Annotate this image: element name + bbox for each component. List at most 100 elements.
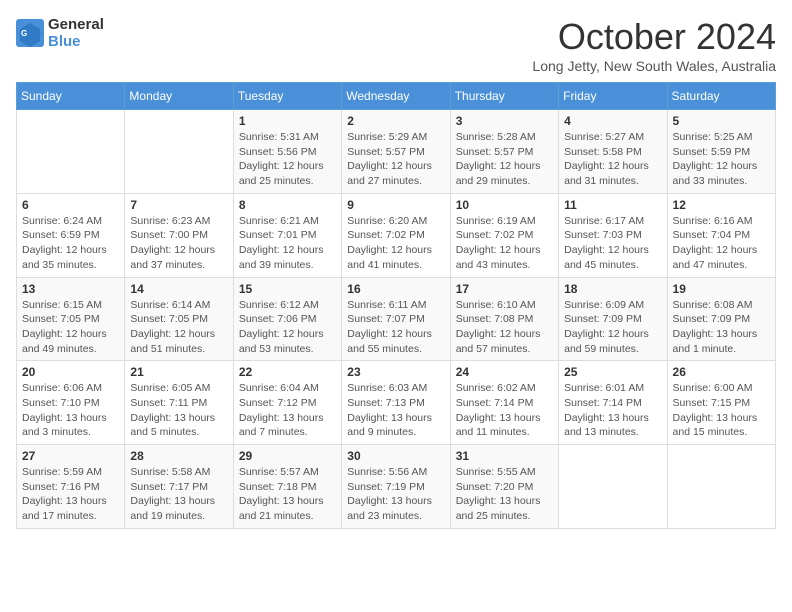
calendar-cell	[559, 445, 667, 529]
calendar-cell: 12 Sunrise: 6:16 AM Sunset: 7:04 PM Dayli…	[667, 193, 775, 277]
day-number: 9	[347, 198, 444, 212]
day-number: 16	[347, 282, 444, 296]
day-number: 27	[22, 449, 119, 463]
day-number: 6	[22, 198, 119, 212]
calendar-week-5: 27 Sunrise: 5:59 AM Sunset: 7:16 PM Dayli…	[17, 445, 776, 529]
day-info: Sunrise: 6:08 AM Sunset: 7:09 PM Dayligh…	[673, 298, 770, 357]
calendar-cell: 17 Sunrise: 6:10 AM Sunset: 7:08 PM Dayli…	[450, 277, 558, 361]
day-info: Sunrise: 5:31 AM Sunset: 5:56 PM Dayligh…	[239, 130, 336, 189]
calendar-cell: 1 Sunrise: 5:31 AM Sunset: 5:56 PM Daylig…	[233, 110, 341, 194]
calendar-cell: 21 Sunrise: 6:05 AM Sunset: 7:11 PM Dayli…	[125, 361, 233, 445]
column-header-sunday: Sunday	[17, 83, 125, 110]
calendar-cell: 31 Sunrise: 5:55 AM Sunset: 7:20 PM Dayli…	[450, 445, 558, 529]
calendar-cell: 22Sunrise: 6:04 AM Sunset: 7:12 PM Dayli…	[233, 361, 341, 445]
calendar-cell: 14 Sunrise: 6:14 AM Sunset: 7:05 PM Dayli…	[125, 277, 233, 361]
day-number: 3	[456, 114, 553, 128]
calendar-cell: 13 Sunrise: 6:15 AM Sunset: 7:05 PM Dayli…	[17, 277, 125, 361]
calendar-cell: 16 Sunrise: 6:11 AM Sunset: 7:07 PM Dayli…	[342, 277, 450, 361]
calendar-header: G General Blue October 2024 Long Jetty, …	[16, 16, 776, 74]
calendar-cell: 29 Sunrise: 5:57 AM Sunset: 7:18 PM Dayli…	[233, 445, 341, 529]
day-info: Sunrise: 6:15 AM Sunset: 7:05 PM Dayligh…	[22, 298, 119, 357]
column-header-monday: Monday	[125, 83, 233, 110]
column-header-tuesday: Tuesday	[233, 83, 341, 110]
calendar-cell: 6 Sunrise: 6:24 AM Sunset: 6:59 PM Daylig…	[17, 193, 125, 277]
day-info: Sunrise: 6:23 AM Sunset: 7:00 PM Dayligh…	[130, 214, 227, 273]
calendar-cell: 3 Sunrise: 5:28 AM Sunset: 5:57 PM Daylig…	[450, 110, 558, 194]
day-info: Sunrise: 6:00 AM Sunset: 7:15 PM Dayligh…	[673, 381, 770, 440]
day-info: Sunrise: 5:59 AM Sunset: 7:16 PM Dayligh…	[22, 465, 119, 524]
day-number: 25	[564, 365, 661, 379]
day-info: Sunrise: 5:56 AM Sunset: 7:19 PM Dayligh…	[347, 465, 444, 524]
day-number: 11	[564, 198, 661, 212]
logo-text: General Blue	[48, 16, 104, 50]
day-number: 31	[456, 449, 553, 463]
day-number: 8	[239, 198, 336, 212]
day-info: Sunrise: 6:17 AM Sunset: 7:03 PM Dayligh…	[564, 214, 661, 273]
calendar-cell: 9 Sunrise: 6:20 AM Sunset: 7:02 PM Daylig…	[342, 193, 450, 277]
calendar-week-2: 6 Sunrise: 6:24 AM Sunset: 6:59 PM Daylig…	[17, 193, 776, 277]
calendar-cell: 2 Sunrise: 5:29 AM Sunset: 5:57 PM Daylig…	[342, 110, 450, 194]
calendar-cell: 8 Sunrise: 6:21 AM Sunset: 7:01 PM Daylig…	[233, 193, 341, 277]
day-number: 21	[130, 365, 227, 379]
day-info: Sunrise: 6:10 AM Sunset: 7:08 PM Dayligh…	[456, 298, 553, 357]
day-number: 2	[347, 114, 444, 128]
day-info: Sunrise: 6:06 AM Sunset: 7:10 PM Dayligh…	[22, 381, 119, 440]
calendar-cell: 7 Sunrise: 6:23 AM Sunset: 7:00 PM Daylig…	[125, 193, 233, 277]
title-block: October 2024 Long Jetty, New South Wales…	[532, 16, 776, 74]
day-number: 26	[673, 365, 770, 379]
day-info: Sunrise: 6:11 AM Sunset: 7:07 PM Dayligh…	[347, 298, 444, 357]
calendar-cell: 18Sunrise: 6:09 AM Sunset: 7:09 PM Dayli…	[559, 277, 667, 361]
calendar-cell: 26 Sunrise: 6:00 AM Sunset: 7:15 PM Dayli…	[667, 361, 775, 445]
day-number: 18	[564, 282, 661, 296]
calendar-week-1: 1 Sunrise: 5:31 AM Sunset: 5:56 PM Daylig…	[17, 110, 776, 194]
location-subtitle: Long Jetty, New South Wales, Australia	[532, 58, 776, 74]
day-info: Sunrise: 6:02 AM Sunset: 7:14 PM Dayligh…	[456, 381, 553, 440]
calendar-cell: 15Sunrise: 6:12 AM Sunset: 7:06 PM Dayli…	[233, 277, 341, 361]
logo-icon: G	[16, 19, 44, 47]
calendar-table: SundayMondayTuesdayWednesdayThursdayFrid…	[16, 82, 776, 529]
calendar-week-4: 20 Sunrise: 6:06 AM Sunset: 7:10 PM Dayli…	[17, 361, 776, 445]
day-number: 5	[673, 114, 770, 128]
day-number: 17	[456, 282, 553, 296]
day-number: 13	[22, 282, 119, 296]
day-number: 7	[130, 198, 227, 212]
day-info: Sunrise: 6:16 AM Sunset: 7:04 PM Dayligh…	[673, 214, 770, 273]
day-info: Sunrise: 6:19 AM Sunset: 7:02 PM Dayligh…	[456, 214, 553, 273]
day-number: 28	[130, 449, 227, 463]
day-info: Sunrise: 5:58 AM Sunset: 7:17 PM Dayligh…	[130, 465, 227, 524]
calendar-cell	[667, 445, 775, 529]
column-header-thursday: Thursday	[450, 83, 558, 110]
day-number: 14	[130, 282, 227, 296]
day-number: 29	[239, 449, 336, 463]
day-number: 12	[673, 198, 770, 212]
calendar-cell: 10Sunrise: 6:19 AM Sunset: 7:02 PM Dayli…	[450, 193, 558, 277]
day-number: 4	[564, 114, 661, 128]
day-info: Sunrise: 6:12 AM Sunset: 7:06 PM Dayligh…	[239, 298, 336, 357]
day-info: Sunrise: 6:03 AM Sunset: 7:13 PM Dayligh…	[347, 381, 444, 440]
day-info: Sunrise: 6:24 AM Sunset: 6:59 PM Dayligh…	[22, 214, 119, 273]
day-info: Sunrise: 6:21 AM Sunset: 7:01 PM Dayligh…	[239, 214, 336, 273]
calendar-cell: 27 Sunrise: 5:59 AM Sunset: 7:16 PM Dayli…	[17, 445, 125, 529]
calendar-cell	[125, 110, 233, 194]
calendar-cell: 30Sunrise: 5:56 AM Sunset: 7:19 PM Dayli…	[342, 445, 450, 529]
day-info: Sunrise: 5:29 AM Sunset: 5:57 PM Dayligh…	[347, 130, 444, 189]
day-number: 1	[239, 114, 336, 128]
calendar-cell: 19 Sunrise: 6:08 AM Sunset: 7:09 PM Dayli…	[667, 277, 775, 361]
day-number: 20	[22, 365, 119, 379]
column-header-saturday: Saturday	[667, 83, 775, 110]
day-info: Sunrise: 5:28 AM Sunset: 5:57 PM Dayligh…	[456, 130, 553, 189]
day-info: Sunrise: 6:05 AM Sunset: 7:11 PM Dayligh…	[130, 381, 227, 440]
day-number: 24	[456, 365, 553, 379]
logo: G General Blue	[16, 16, 104, 50]
calendar-header-row: SundayMondayTuesdayWednesdayThursdayFrid…	[17, 83, 776, 110]
calendar-cell: 5Sunrise: 5:25 AM Sunset: 5:59 PM Daylig…	[667, 110, 775, 194]
day-info: Sunrise: 5:57 AM Sunset: 7:18 PM Dayligh…	[239, 465, 336, 524]
month-title: October 2024	[532, 16, 776, 58]
day-number: 19	[673, 282, 770, 296]
day-info: Sunrise: 6:14 AM Sunset: 7:05 PM Dayligh…	[130, 298, 227, 357]
day-number: 23	[347, 365, 444, 379]
day-number: 22	[239, 365, 336, 379]
day-info: Sunrise: 6:20 AM Sunset: 7:02 PM Dayligh…	[347, 214, 444, 273]
day-info: Sunrise: 5:55 AM Sunset: 7:20 PM Dayligh…	[456, 465, 553, 524]
day-info: Sunrise: 5:27 AM Sunset: 5:58 PM Dayligh…	[564, 130, 661, 189]
